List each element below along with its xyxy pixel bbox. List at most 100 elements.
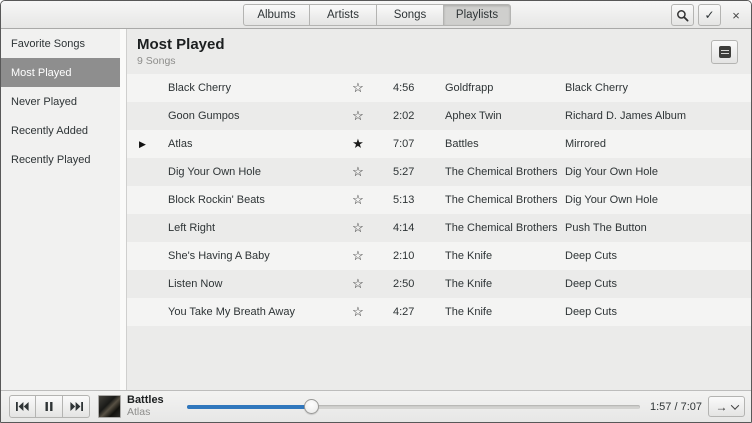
- song-artist: The Chemical Brothers: [445, 158, 558, 186]
- favorite-star-icon[interactable]: ☆: [347, 102, 369, 130]
- window-close-button[interactable]: ×: [727, 4, 745, 26]
- tab-songs[interactable]: Songs: [377, 4, 444, 26]
- song-row[interactable]: Goon Gumpos ☆ 2:02 Aphex Twin Richard D.…: [127, 102, 751, 130]
- song-title: Black Cherry: [168, 74, 231, 102]
- playing-indicator-icon: [139, 102, 155, 130]
- favorite-star-icon[interactable]: ☆: [347, 158, 369, 186]
- song-row[interactable]: You Take My Breath Away ☆ 4:27 The Knife…: [127, 298, 751, 326]
- next-button[interactable]: [63, 395, 90, 418]
- select-button[interactable]: ✓: [698, 4, 721, 26]
- sidebar-item-never-played[interactable]: Never Played: [1, 87, 126, 116]
- skip-forward-icon: [70, 402, 83, 411]
- close-icon: ×: [732, 8, 740, 23]
- playing-indicator-icon: ▶: [139, 130, 155, 158]
- song-artist: Aphex Twin: [445, 102, 502, 130]
- playing-indicator-icon: [139, 270, 155, 298]
- song-album: Deep Cuts: [565, 242, 617, 270]
- song-duration: 5:27: [393, 158, 414, 186]
- song-album: Dig Your Own Hole: [565, 158, 658, 186]
- favorite-star-icon[interactable]: ☆: [347, 74, 369, 102]
- song-duration: 4:14: [393, 214, 414, 242]
- tab-playlists[interactable]: Playlists: [444, 4, 511, 26]
- song-duration: 7:07: [393, 130, 414, 158]
- chevron-down-icon: [730, 401, 738, 409]
- song-row[interactable]: Block Rockin' Beats ☆ 5:13 The Chemical …: [127, 186, 751, 214]
- song-duration: 2:50: [393, 270, 414, 298]
- playlist-header: Most Played 9 Songs: [127, 29, 751, 74]
- playback-time: 1:57 / 7:07: [650, 401, 702, 413]
- favorite-star-icon[interactable]: ☆: [347, 186, 369, 214]
- playing-indicator-icon: [139, 298, 155, 326]
- playing-indicator-icon: [139, 158, 155, 186]
- song-title: Goon Gumpos: [168, 102, 240, 130]
- tab-albums[interactable]: Albums: [243, 4, 310, 26]
- song-artist: The Knife: [445, 242, 492, 270]
- pause-icon: [45, 402, 53, 411]
- favorite-star-icon[interactable]: ☆: [347, 270, 369, 298]
- favorite-star-icon[interactable]: ☆: [347, 214, 369, 242]
- now-playing-secondary: Atlas: [127, 407, 171, 418]
- favorite-star-icon[interactable]: ★: [347, 130, 369, 158]
- song-duration: 4:56: [393, 74, 414, 102]
- song-row[interactable]: Listen Now ☆ 2:50 The Knife Deep Cuts: [127, 270, 751, 298]
- checkmark-icon: ✓: [704, 8, 714, 22]
- playlists-sidebar: Favorite Songs Most Played Never Played …: [1, 29, 127, 390]
- song-duration: 2:10: [393, 242, 414, 270]
- song-row[interactable]: Dig Your Own Hole ☆ 5:27 The Chemical Br…: [127, 158, 751, 186]
- sidebar-item-recently-played[interactable]: Recently Played: [1, 145, 126, 174]
- song-album: Black Cherry: [565, 74, 628, 102]
- previous-button[interactable]: [9, 395, 36, 418]
- song-artist: Battles: [445, 130, 479, 158]
- song-artist: Goldfrapp: [445, 74, 493, 102]
- pause-button[interactable]: [36, 395, 63, 418]
- sidebar-item-recently-added[interactable]: Recently Added: [1, 116, 126, 145]
- song-title: Block Rockin' Beats: [168, 186, 265, 214]
- skip-backward-icon: [16, 402, 29, 411]
- song-title: Atlas: [168, 130, 192, 158]
- song-artist: The Chemical Brothers: [445, 214, 558, 242]
- playing-indicator-icon: [139, 186, 155, 214]
- repeat-mode-button[interactable]: →: [708, 396, 745, 417]
- song-row[interactable]: Black Cherry ☆ 4:56 Goldfrapp Black Cher…: [127, 74, 751, 102]
- player-bar: Battles Atlas 1:57 / 7:07 →: [1, 390, 751, 422]
- favorite-star-icon[interactable]: ☆: [347, 298, 369, 326]
- repeat-none-arrow-icon: →: [716, 400, 728, 414]
- song-row[interactable]: She's Having A Baby ☆ 2:10 The Knife Dee…: [127, 242, 751, 270]
- headerbar-actions: ✓ ×: [671, 4, 745, 26]
- song-row[interactable]: ▶ Atlas ★ 7:07 Battles Mirrored: [127, 130, 751, 158]
- sidebar-item-favorite-songs[interactable]: Favorite Songs: [1, 29, 126, 58]
- song-artist: The Knife: [445, 270, 492, 298]
- search-button[interactable]: [671, 4, 694, 26]
- song-album: Mirrored: [565, 130, 606, 158]
- view-switcher: Albums Artists Songs Playlists: [243, 4, 511, 26]
- song-count: 9 Songs: [137, 55, 176, 67]
- song-duration: 2:02: [393, 102, 414, 130]
- song-album: Dig Your Own Hole: [565, 186, 658, 214]
- song-duration: 5:13: [393, 186, 414, 214]
- playlist-menu-button[interactable]: [711, 40, 738, 64]
- song-list: Black Cherry ☆ 4:56 Goldfrapp Black Cher…: [127, 74, 751, 326]
- song-album: Deep Cuts: [565, 270, 617, 298]
- seek-slider[interactable]: [187, 399, 640, 415]
- song-title: She's Having A Baby: [168, 242, 270, 270]
- favorite-star-icon[interactable]: ☆: [347, 242, 369, 270]
- playback-controls: [9, 395, 90, 418]
- playing-indicator-icon: [139, 214, 155, 242]
- song-duration: 4:27: [393, 298, 414, 326]
- song-row[interactable]: Left Right ☆ 4:14 The Chemical Brothers …: [127, 214, 751, 242]
- search-icon: [676, 9, 689, 22]
- now-playing-labels: Battles Atlas: [127, 395, 171, 418]
- song-artist: The Chemical Brothers: [445, 186, 558, 214]
- seek-fill: [187, 405, 311, 409]
- song-album: Deep Cuts: [565, 298, 617, 326]
- song-title: Left Right: [168, 214, 215, 242]
- sidebar-item-most-played[interactable]: Most Played: [1, 58, 126, 87]
- seek-handle[interactable]: [304, 399, 319, 414]
- hamburger-menu-icon: [719, 46, 731, 58]
- playing-indicator-icon: [139, 242, 155, 270]
- window-body: Favorite Songs Most Played Never Played …: [1, 29, 751, 390]
- song-title: Dig Your Own Hole: [168, 158, 261, 186]
- song-album: Richard D. James Album: [565, 102, 686, 130]
- tab-artists[interactable]: Artists: [310, 4, 377, 26]
- song-artist: The Knife: [445, 298, 492, 326]
